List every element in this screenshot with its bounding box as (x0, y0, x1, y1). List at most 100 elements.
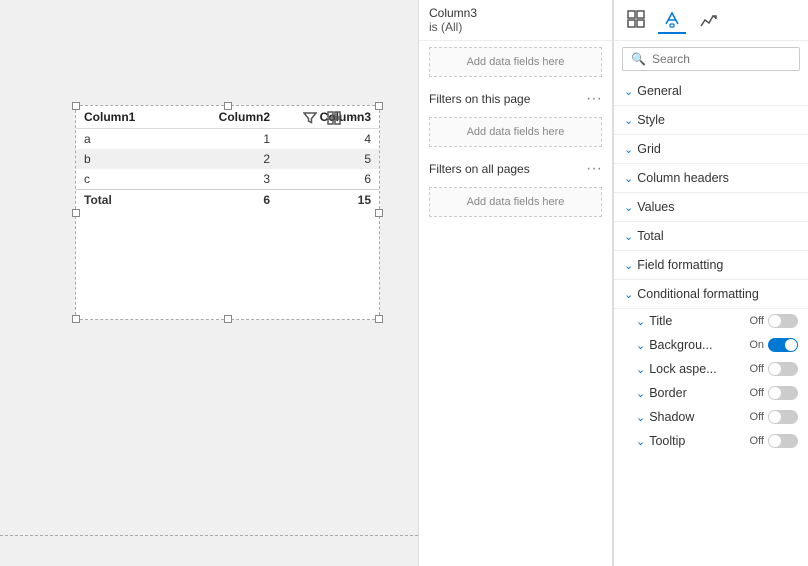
resize-handle-tm[interactable] (224, 102, 232, 110)
more-options-icon[interactable]: ··· (348, 108, 368, 128)
total-chevron: ⌄ (624, 230, 633, 243)
row-c-col2: 3 (177, 169, 278, 190)
column-headers-header[interactable]: ⌄ Column headers (614, 164, 808, 192)
format-tab-grid[interactable] (622, 6, 650, 34)
focus-icon[interactable] (324, 108, 344, 128)
field-formatting-header[interactable]: ⌄ Field formatting (614, 251, 808, 279)
row-a-label: a (76, 129, 177, 150)
search-icon: 🔍 (631, 52, 646, 66)
resize-handle-bl[interactable] (72, 315, 80, 323)
grid-chevron: ⌄ (624, 143, 633, 156)
resize-handle-tl[interactable] (72, 102, 80, 110)
shadow-toggle[interactable] (768, 410, 798, 424)
format-tab-analytics[interactable] (694, 6, 722, 34)
background-chevron: ⌄ (636, 339, 645, 352)
table-row: a 1 4 (76, 129, 379, 150)
section-style: ⌄ Style (614, 106, 808, 135)
general-chevron: ⌄ (624, 85, 633, 98)
column-headers-chevron: ⌄ (624, 172, 633, 185)
background-label: Backgrou... (649, 338, 712, 352)
filters-on-all-header: Filters on all pages ··· (419, 153, 612, 181)
values-label: Values (637, 200, 674, 214)
canvas-area: ··· Column1 Column2 Column3 a 1 (0, 0, 418, 566)
section-values: ⌄ Values (614, 193, 808, 222)
shadow-chevron: ⌄ (636, 411, 645, 424)
row-a-col3: 4 (278, 129, 379, 150)
filter-col3-value: is (All) (429, 20, 602, 34)
title-label: Title (649, 314, 672, 328)
section-conditional-formatting: ⌄ Conditional formatting (614, 280, 808, 309)
bottom-separator (0, 535, 418, 536)
title-chevron: ⌄ (636, 315, 645, 328)
border-toggle[interactable] (768, 386, 798, 400)
format-tab-paint[interactable] (658, 6, 686, 34)
filter-icon[interactable] (300, 108, 320, 128)
add-fields-all[interactable]: Add data fields here (429, 187, 602, 217)
toggle-row-title: ⌄ Title Off (614, 309, 808, 333)
table-row: c 3 6 (76, 169, 379, 190)
row-c-col3: 6 (278, 169, 379, 190)
lock-aspect-toggle-state: Off (750, 363, 764, 375)
conditional-formatting-header[interactable]: ⌄ Conditional formatting (614, 280, 808, 308)
toggle-row-lock-aspect: ⌄ Lock aspe... Off (614, 357, 808, 381)
add-fields-top[interactable]: Add data fields here (429, 47, 602, 77)
tooltip-toggle-header[interactable]: ⌄ Tooltip (636, 434, 685, 448)
search-box[interactable]: 🔍 (622, 47, 800, 71)
lock-aspect-toggle-container: Off (750, 362, 798, 376)
style-chevron: ⌄ (624, 114, 633, 127)
table-row: b 2 5 (76, 149, 379, 169)
tooltip-chevron: ⌄ (636, 435, 645, 448)
values-header[interactable]: ⌄ Values (614, 193, 808, 221)
background-toggle-header[interactable]: ⌄ Backgrou... (636, 338, 712, 352)
resize-handle-mr[interactable] (375, 209, 383, 217)
lock-aspect-toggle[interactable] (768, 362, 798, 376)
shadow-toggle-header[interactable]: ⌄ Shadow (636, 410, 694, 424)
grid-label: Grid (637, 142, 661, 156)
tooltip-label: Tooltip (649, 434, 685, 448)
resize-handle-bm[interactable] (224, 315, 232, 323)
filters-on-page-more[interactable]: ··· (586, 91, 602, 107)
background-toggle-state: On (749, 339, 764, 351)
background-toggle[interactable] (768, 338, 798, 352)
row-a-col2: 1 (177, 129, 278, 150)
field-formatting-label: Field formatting (637, 258, 723, 272)
conditional-formatting-label: Conditional formatting (637, 287, 759, 301)
lock-aspect-label: Lock aspe... (649, 362, 716, 376)
tooltip-toggle-knob (769, 435, 781, 447)
lock-aspect-chevron: ⌄ (636, 363, 645, 376)
search-input[interactable] (652, 52, 791, 66)
style-header[interactable]: ⌄ Style (614, 106, 808, 134)
resize-handle-br[interactable] (375, 315, 383, 323)
filters-panel: Column3 is (All) Add data fields here Fi… (418, 0, 613, 566)
shadow-label: Shadow (649, 410, 694, 424)
border-toggle-header[interactable]: ⌄ Border (636, 386, 687, 400)
grid-header[interactable]: ⌄ Grid (614, 135, 808, 163)
background-toggle-knob (785, 339, 797, 351)
title-toggle-container: Off (750, 314, 798, 328)
filter-item-column3[interactable]: Column3 is (All) (419, 0, 612, 41)
section-column-headers: ⌄ Column headers (614, 164, 808, 193)
section-general: ⌄ General (614, 77, 808, 106)
format-tabs (614, 0, 808, 41)
title-toggle[interactable] (768, 314, 798, 328)
resize-handle-tr[interactable] (375, 102, 383, 110)
section-total: ⌄ Total (614, 222, 808, 251)
col1-header: Column1 (76, 106, 177, 129)
shadow-toggle-state: Off (750, 411, 764, 423)
total-label: Total (76, 190, 177, 211)
tooltip-toggle[interactable] (768, 434, 798, 448)
resize-handle-ml[interactable] (72, 209, 80, 217)
total-header[interactable]: ⌄ Total (614, 222, 808, 250)
lock-aspect-toggle-knob (769, 363, 781, 375)
general-header[interactable]: ⌄ General (614, 77, 808, 105)
add-fields-page[interactable]: Add data fields here (429, 117, 602, 147)
filters-on-page-label: Filters on this page (429, 92, 530, 106)
lock-aspect-toggle-header[interactable]: ⌄ Lock aspe... (636, 362, 717, 376)
title-toggle-header[interactable]: ⌄ Title (636, 314, 672, 328)
total-col2: 6 (177, 190, 278, 211)
style-label: Style (637, 113, 665, 127)
filters-on-all-more[interactable]: ··· (586, 161, 602, 177)
toggle-row-tooltip: ⌄ Tooltip Off (614, 429, 808, 453)
total-label: Total (637, 229, 663, 243)
tooltip-toggle-container: Off (750, 434, 798, 448)
